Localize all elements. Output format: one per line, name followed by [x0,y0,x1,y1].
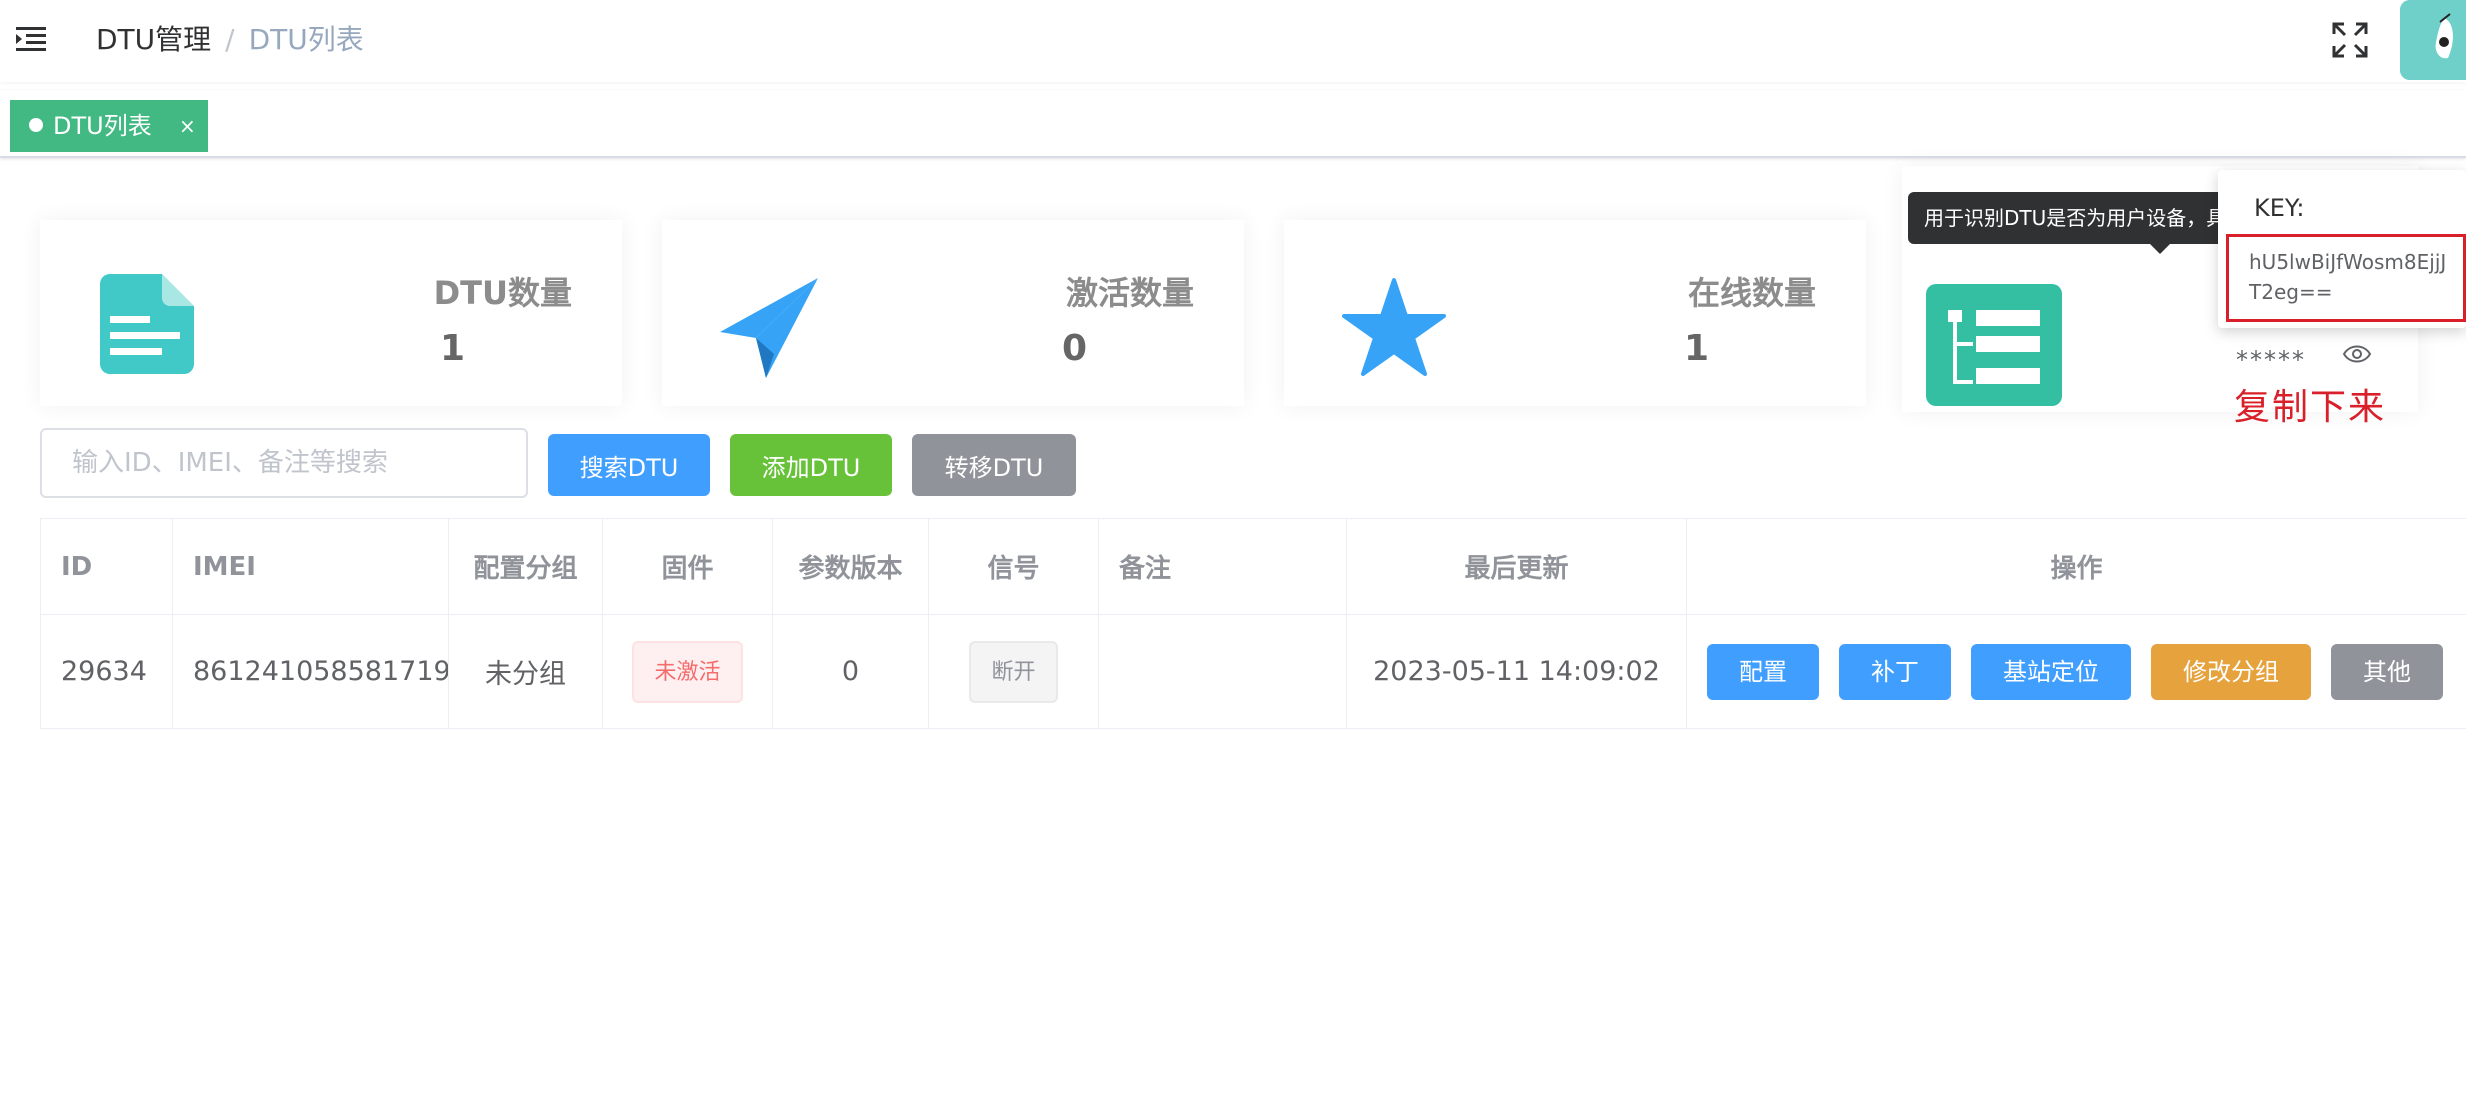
cell-location-button[interactable]: 基站定位 [1971,643,2131,700]
tab-close-icon[interactable]: × [179,101,196,151]
header-actions: 操作 [1686,518,2466,615]
tree-icon [1926,284,2062,406]
header-signal: 信号 [928,518,1099,615]
user-avatar[interactable] [2400,0,2466,80]
more-button[interactable]: 其他 [2331,643,2443,700]
transfer-dtu-button[interactable]: 转移DTU [912,434,1076,496]
table-row: 29634 861241058581719 未分组 未激活 0 断开 2023-… [40,614,2466,729]
search-dtu-button[interactable]: 搜索DTU [548,434,710,496]
star-icon [1342,276,1446,380]
breadcrumb-current: DTU列表 [248,23,364,56]
tags-view: DTU列表 × [0,90,2466,158]
card-title: 激活数量 [1065,274,1194,312]
cell-actions: 配置 补丁 基站定位 修改分组 其他 [1686,614,2466,729]
key-value[interactable]: hU5lwBiJfWosm8EjjJT2eg== [2249,247,2449,307]
card-title: 在线数量 [1687,274,1816,312]
active-dot-icon [29,118,43,132]
cell-group: 未分组 [448,614,603,729]
header-note: 备注 [1098,518,1347,615]
header-imei: IMEI [172,518,449,615]
cell-signal: 断开 [928,614,1099,729]
card-value: 0 [1062,328,1088,369]
tab-dtu-list[interactable]: DTU列表 × [10,100,208,152]
header-updated: 最后更新 [1346,518,1687,615]
eye-icon[interactable] [2342,342,2372,366]
search-input[interactable] [40,428,528,498]
hamburger-menu-icon[interactable] [14,22,48,56]
tooltip-arrow [2150,244,2170,254]
firmware-status-badge: 未激活 [632,640,743,703]
key-popover: KEY: hU5lwBiJfWosm8EjjJT2eg== [2218,170,2466,328]
masked-key: ***** [2236,346,2306,374]
tab-label: DTU列表 [53,112,152,140]
cell-imei: 861241058581719 [172,614,449,729]
breadcrumb: DTU管理 / DTU列表 [96,22,364,58]
dtu-table: ID IMEI 配置分组 固件 参数版本 信号 备注 最后更新 操作 29634… [40,518,2466,729]
card-value: 1 [1684,328,1710,369]
header-group: 配置分组 [448,518,603,615]
cell-firmware: 未激活 [602,614,773,729]
breadcrumb-parent[interactable]: DTU管理 [96,23,211,56]
card-online-count[interactable]: 在线数量 1 [1284,220,1866,406]
header-param-version: 参数版本 [772,518,929,615]
key-value-box: hU5lwBiJfWosm8EjjJT2eg== [2226,234,2466,322]
signal-status-badge: 断开 [969,640,1058,703]
document-icon [96,272,200,376]
header-firmware: 固件 [602,518,773,615]
edit-group-button[interactable]: 修改分组 [2151,643,2311,700]
paper-plane-icon [718,276,822,380]
header-id: ID [40,518,173,615]
popover-title: KEY: [2254,194,2305,222]
fullscreen-icon[interactable] [2330,20,2370,60]
table-header-row: ID IMEI 配置分组 固件 参数版本 信号 备注 最后更新 操作 [40,518,2466,615]
tooltip: 用于识别DTU是否为用户设备，具 [1908,192,2228,244]
card-activated-count[interactable]: 激活数量 0 [662,220,1244,406]
navbar: DTU管理 / DTU列表 [0,0,2466,82]
card-dtu-count[interactable]: DTU数量 1 [40,220,622,406]
breadcrumb-separator: / [225,23,235,56]
cell-updated: 2023-05-11 14:09:02 [1346,614,1687,729]
cell-param-version: 0 [772,614,929,729]
config-button[interactable]: 配置 [1707,643,1819,700]
patch-button[interactable]: 补丁 [1839,643,1951,700]
add-dtu-button[interactable]: 添加DTU [730,434,892,496]
card-title: DTU数量 [433,274,572,312]
cell-note [1098,614,1347,729]
annotation-copy-note: 复制下来 [2234,387,2387,428]
card-value: 1 [440,328,466,369]
cell-id: 29634 [40,614,173,729]
